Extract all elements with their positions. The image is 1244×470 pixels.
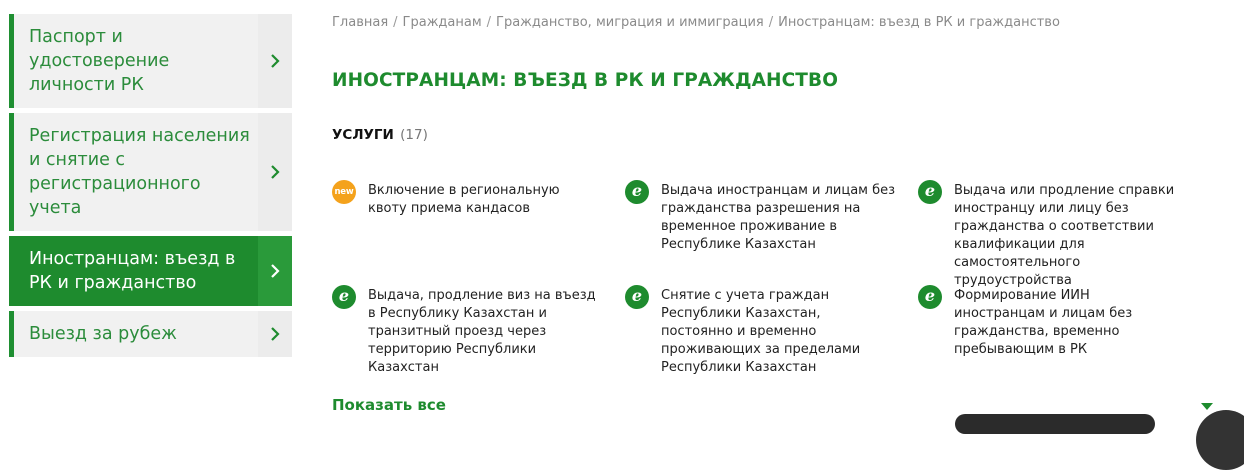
chevron-right-icon [258, 113, 292, 231]
sidebar-item-label: Иностранцам: въезд в РК и гражданство [29, 249, 236, 293]
sidebar-item-label: Регистрация населения и снятие с регистр… [29, 126, 250, 218]
sidebar-item-label: Выезд за рубеж [29, 324, 177, 344]
sidebar-item-travel-abroad[interactable]: Выезд за рубеж [9, 311, 292, 357]
service-item[interactable]: e Формирование ИИН иностранцам и лицам б… [918, 285, 1180, 359]
sidebar-item-label: Паспорт и удостоверение личности РК [29, 27, 170, 95]
breadcrumb-home[interactable]: Главная [332, 15, 388, 30]
services-header: УСЛУГИ (17) [332, 127, 428, 143]
page-title: ИНОСТРАНЦАМ: ВЪЕЗД В РК И ГРАЖДАНСТВО [332, 70, 839, 91]
e-service-icon: e [332, 285, 356, 309]
new-badge-icon: new [332, 180, 356, 204]
sidebar-nav: Паспорт и удостоверение личности РК Реги… [9, 14, 292, 362]
sidebar-item-passport[interactable]: Паспорт и удостоверение личности РК [9, 14, 292, 108]
service-link[interactable]: Выдача, продление виз на въезд в Республ… [368, 287, 604, 377]
breadcrumb-separator: / [486, 15, 492, 30]
service-link[interactable]: Формирование ИИН иностранцам и лицам без… [954, 287, 1180, 359]
sidebar-item-foreigners[interactable]: Иностранцам: въезд в РК и гражданство [9, 236, 292, 306]
service-link[interactable]: Выдача или продление справки иностранцу … [954, 182, 1198, 290]
new-badge-label: new [334, 187, 354, 197]
service-item[interactable]: e Снятие с учета граждан Республики Каза… [625, 285, 893, 377]
breadcrumb: Главная / Гражданам / Гражданство, миграция … [332, 15, 1060, 30]
chevron-right-icon [258, 14, 292, 108]
e-service-icon: e [918, 285, 942, 309]
breadcrumb-citizenship[interactable]: Гражданство, миграция и иммиграция [496, 15, 764, 30]
e-badge-label: e [631, 286, 643, 305]
e-service-icon: e [918, 180, 942, 204]
services-count: (17) [400, 127, 428, 143]
e-badge-label: e [338, 286, 350, 305]
e-badge-label: e [631, 181, 643, 200]
breadcrumb-separator: / [393, 15, 398, 30]
breadcrumb-citizens[interactable]: Гражданам [403, 15, 482, 30]
chevron-right-icon [258, 311, 292, 357]
breadcrumb-separator: / [768, 15, 774, 30]
services-title: УСЛУГИ [332, 127, 394, 143]
chat-button[interactable] [1196, 410, 1244, 470]
service-item[interactable]: new Включение в региональную квоту прием… [332, 180, 600, 218]
e-badge-label: e [924, 181, 936, 200]
service-item[interactable]: e Выдача иностранцам и лицам без граждан… [625, 180, 897, 254]
breadcrumb-current: Иностранцам: въезд в РК и гражданство [778, 15, 1060, 30]
service-link[interactable]: Снятие с учета граждан Республики Казахс… [661, 287, 893, 377]
service-item[interactable]: e Выдача или продление справки иностранц… [918, 180, 1198, 290]
e-service-icon: e [625, 180, 649, 204]
show-all-link[interactable]: Показать все [332, 396, 446, 414]
floating-bar[interactable] [955, 414, 1155, 434]
e-badge-label: e [924, 286, 936, 305]
service-link[interactable]: Выдача иностранцам и лицам без гражданст… [661, 182, 897, 254]
triangle-down-icon [1201, 403, 1213, 410]
service-item[interactable]: e Выдача, продление виз на въезд в Респу… [332, 285, 604, 377]
service-link[interactable]: Включение в региональную квоту приема ка… [368, 182, 600, 218]
sidebar-item-registration[interactable]: Регистрация населения и снятие с регистр… [9, 113, 292, 231]
e-service-icon: e [625, 285, 649, 309]
chevron-right-icon [258, 236, 292, 306]
